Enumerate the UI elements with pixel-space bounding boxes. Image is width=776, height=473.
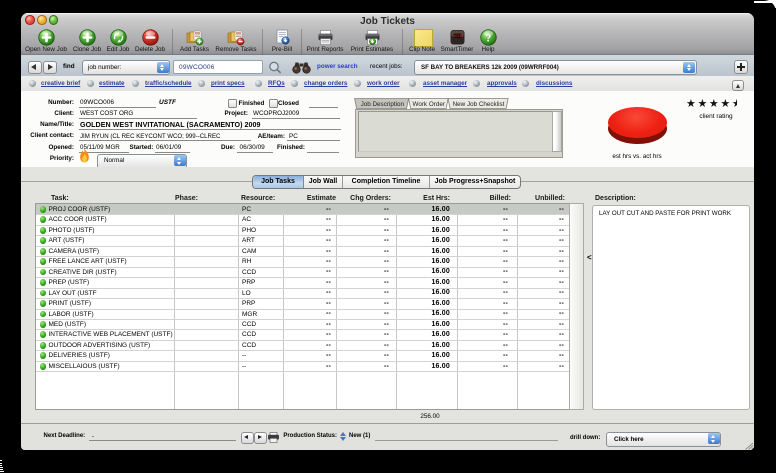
svg-text:New Job Checklist: New Job Checklist [453,101,505,108]
svg-text:Job Description: Job Description [361,101,405,108]
svg-text:Work Order: Work Order [413,101,445,108]
svg-text:10:15: 10:15 [454,34,462,38]
svg-text:?: ? [485,33,491,45]
